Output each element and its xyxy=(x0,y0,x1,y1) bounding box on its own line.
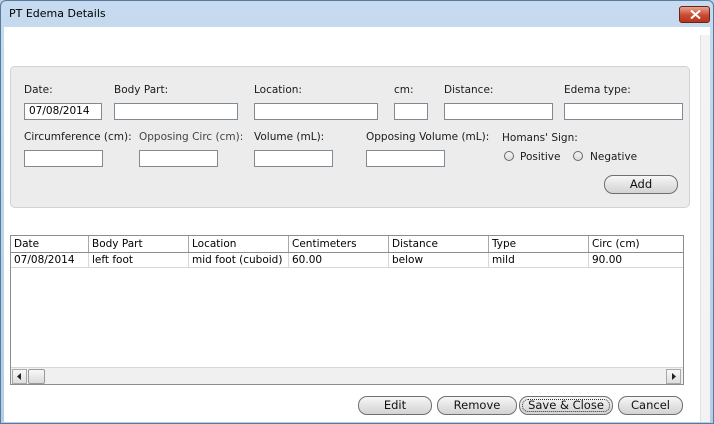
title-bar: PT Edema Details xyxy=(1,1,713,27)
window-title: PT Edema Details xyxy=(9,7,106,20)
column-header-body-part[interactable]: Body Part xyxy=(89,236,189,252)
homans-positive-radio[interactable] xyxy=(504,151,514,161)
column-header-circ[interactable]: Circ (cm) xyxy=(589,236,683,252)
vertical-scrollbar[interactable] xyxy=(700,35,710,422)
edit-button[interactable]: Edit xyxy=(358,396,432,415)
location-label: Location: xyxy=(254,84,302,96)
panel-pointer xyxy=(333,168,367,183)
save-and-close-button[interactable]: Save & Close xyxy=(519,396,613,415)
cell-circ: 90.00 xyxy=(592,254,623,266)
distance-field[interactable] xyxy=(444,103,553,120)
table-row[interactable]: 07/08/2014 left foot mid foot (cuboid) 6… xyxy=(11,253,683,268)
opposing-circ-label: Opposing Circ (cm): xyxy=(139,131,244,143)
add-button[interactable]: Add xyxy=(604,175,678,194)
circumference-label: Circumference (cm): xyxy=(24,131,132,143)
cell-centimeters: 60.00 xyxy=(289,253,389,267)
volume-field[interactable] xyxy=(254,150,333,167)
scroll-thumb[interactable] xyxy=(28,369,45,384)
edema-records-table: Date Body Part Location Centimeters Dist… xyxy=(10,235,684,385)
chevron-right-icon xyxy=(672,373,676,380)
cancel-button[interactable]: Cancel xyxy=(618,396,683,415)
date-label: Date: xyxy=(24,84,53,96)
cell-distance: below xyxy=(389,253,489,267)
cell-location: mid foot (cuboid) xyxy=(189,253,289,267)
distance-label: Distance: xyxy=(444,84,494,96)
scroll-left-button[interactable] xyxy=(12,369,27,384)
chevron-left-icon xyxy=(17,373,21,380)
cm-field[interactable] xyxy=(394,103,428,120)
column-header-date[interactable]: Date xyxy=(11,236,89,252)
edema-type-field[interactable] xyxy=(564,103,683,120)
edema-entry-form: Date: Body Part: Location: cm: Distance:… xyxy=(10,66,690,208)
column-header-distance[interactable]: Distance xyxy=(389,236,489,252)
dialog-content: Date: Body Part: Location: cm: Distance:… xyxy=(4,27,710,422)
cell-date: 07/08/2014 xyxy=(11,253,89,267)
horizontal-scrollbar[interactable] xyxy=(11,367,683,384)
column-header-location[interactable]: Location xyxy=(189,236,289,252)
scroll-right-button[interactable] xyxy=(666,369,681,384)
opposing-volume-label: Opposing Volume (mL): xyxy=(366,131,490,143)
cm-label: cm: xyxy=(394,84,414,96)
close-icon xyxy=(690,10,701,19)
volume-label: Volume (mL): xyxy=(254,131,325,143)
date-field[interactable]: 07/08/2014 xyxy=(24,103,102,120)
column-header-centimeters[interactable]: Centimeters xyxy=(289,236,389,252)
dialog-window: PT Edema Details Date: Body Part: Locati… xyxy=(0,0,714,424)
opposing-volume-field[interactable] xyxy=(366,150,445,167)
cell-type: mild xyxy=(489,253,589,267)
homans-negative-label: Negative xyxy=(590,151,638,163)
body-part-label: Body Part: xyxy=(114,84,169,96)
homans-sign-label: Homans' Sign: xyxy=(502,132,578,144)
close-button[interactable] xyxy=(679,6,710,23)
location-field[interactable] xyxy=(254,103,378,120)
circumference-field[interactable] xyxy=(24,150,103,167)
homans-positive-label: Positive xyxy=(520,151,561,163)
homans-negative-radio[interactable] xyxy=(573,151,583,161)
table-header: Date Body Part Location Centimeters Dist… xyxy=(11,236,683,253)
column-header-type[interactable]: Type xyxy=(489,236,589,252)
remove-button[interactable]: Remove xyxy=(437,396,517,415)
cell-body-part: left foot xyxy=(89,253,189,267)
edema-type-label: Edema type: xyxy=(564,84,631,96)
body-part-field[interactable] xyxy=(114,103,238,120)
opposing-circ-field[interactable] xyxy=(139,150,218,167)
